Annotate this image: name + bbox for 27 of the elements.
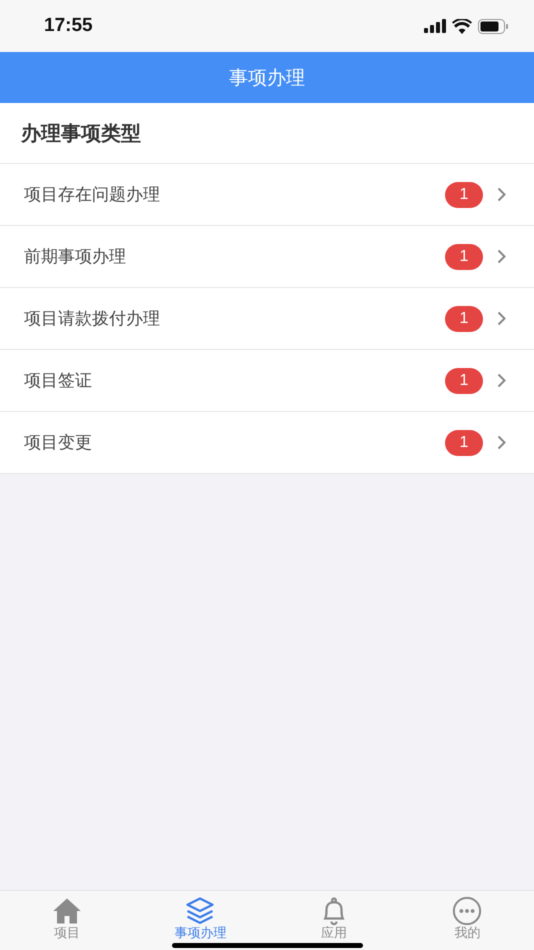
count-badge: 1 [445, 182, 483, 208]
list-item[interactable]: 项目存在问题办理 1 [0, 164, 534, 226]
item-label: 项目签证 [24, 370, 93, 392]
item-label: 项目请款拨付办理 [24, 308, 161, 330]
status-time: 17:55 [44, 15, 93, 37]
item-label: 前期事项办理 [24, 246, 127, 268]
chevron-icon [497, 249, 506, 264]
count-badge: 1 [445, 430, 483, 456]
count-badge: 1 [445, 306, 483, 332]
chevron-icon [497, 373, 506, 388]
section-title: 办理事项类型 [21, 120, 141, 146]
signal-icon [424, 19, 446, 33]
item-label: 项目存在问题办理 [24, 184, 161, 206]
tab[interactable]: 事项办理 [134, 891, 267, 950]
list-item[interactable]: 项目请款拨付办理 1 [0, 288, 534, 350]
list-item[interactable]: 前期事项办理 1 [0, 226, 534, 288]
list-item[interactable]: 项目变更 1 [0, 412, 534, 474]
battery-icon [478, 18, 508, 34]
chevron-icon [497, 435, 506, 450]
count-badge: 1 [445, 368, 483, 394]
item-label: 项目变更 [24, 432, 93, 454]
nav-title: 事项办理 [229, 66, 305, 90]
wifi-icon [452, 18, 472, 34]
chevron-icon [497, 311, 506, 326]
list-item[interactable]: 项目签证 1 [0, 350, 534, 412]
chevron-icon [497, 187, 506, 202]
count-badge: 1 [445, 244, 483, 270]
